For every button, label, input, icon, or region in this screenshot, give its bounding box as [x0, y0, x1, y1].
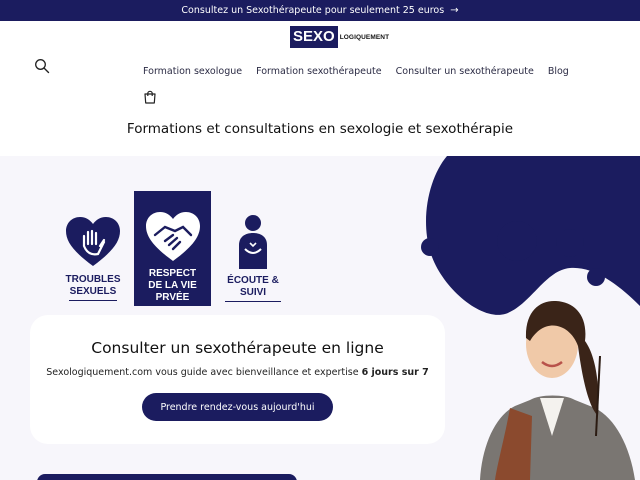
hero-section: TROUBLES SEXUELS RESPECT DE LA VIE PRVÉE…	[0, 156, 640, 480]
feature-respect-line2: DE LA VIE	[148, 280, 197, 291]
hero-card: Consulter un sexothérapeute en ligne Sex…	[30, 315, 445, 444]
divider	[69, 300, 117, 301]
nav-item-blog[interactable]: Blog	[548, 66, 569, 77]
feature-respect-line3: PRVÉE	[155, 292, 190, 303]
site-tagline: Formations et consultations en sexologie…	[126, 121, 514, 137]
search-icon[interactable]	[34, 58, 50, 74]
hero-subtitle-bold: 6 jours sur 7	[361, 367, 429, 378]
arrow-right-icon: →	[450, 5, 459, 16]
features-row: TROUBLES SEXUELS RESPECT DE LA VIE PRVÉE…	[58, 191, 288, 306]
announcement-text[interactable]: Consultez un Sexothérapeute pour seuleme…	[181, 5, 444, 16]
logo-rest: LOGIQUEMENT	[339, 33, 390, 41]
person-icon	[239, 215, 267, 269]
hero-subtitle: Sexologiquement.com vous guide avec bien…	[30, 367, 445, 378]
hero-title: Consulter un sexothérapeute en ligne	[91, 339, 384, 357]
heart-handshake-icon	[145, 212, 200, 261]
nav-item-formation-sexotherapeute[interactable]: Formation sexothérapeute	[256, 66, 382, 77]
heart-hand-icon	[66, 217, 120, 266]
feature-respect: RESPECT DE LA VIE PRVÉE	[134, 191, 211, 306]
logo-box: SEXO	[290, 26, 338, 48]
feature-ecoute-line2: SUIVI	[239, 287, 267, 298]
site-header: SEXO LOGIQUEMENT Formation sexologue For…	[0, 21, 640, 156]
site-logo[interactable]: SEXO LOGIQUEMENT	[290, 26, 389, 48]
feature-ecoute: ÉCOUTE & SUIVI	[218, 213, 288, 302]
feature-respect-line1: RESPECT	[148, 268, 197, 279]
main-nav: Formation sexologue Formation sexothérap…	[143, 66, 569, 77]
feature-troubles-line1: TROUBLES	[65, 274, 121, 285]
nav-item-consulter[interactable]: Consulter un sexothérapeute	[396, 66, 534, 77]
secondary-section-bar	[37, 474, 297, 480]
nav-item-formation-sexologue[interactable]: Formation sexologue	[143, 66, 242, 77]
therapist-photo	[480, 300, 635, 480]
divider	[225, 301, 281, 302]
book-appointment-button[interactable]: Prendre rendez-vous aujourd'hui	[142, 393, 333, 421]
feature-ecoute-line1: ÉCOUTE &	[227, 275, 279, 286]
hero-subtitle-text: Sexologiquement.com vous guide avec bien…	[46, 367, 359, 378]
announcement-bar[interactable]: Consultez un Sexothérapeute pour seuleme…	[0, 0, 640, 21]
feature-troubles: TROUBLES SEXUELS	[58, 216, 128, 301]
feature-troubles-line2: SEXUELS	[69, 286, 117, 297]
cart-icon[interactable]	[142, 89, 158, 105]
